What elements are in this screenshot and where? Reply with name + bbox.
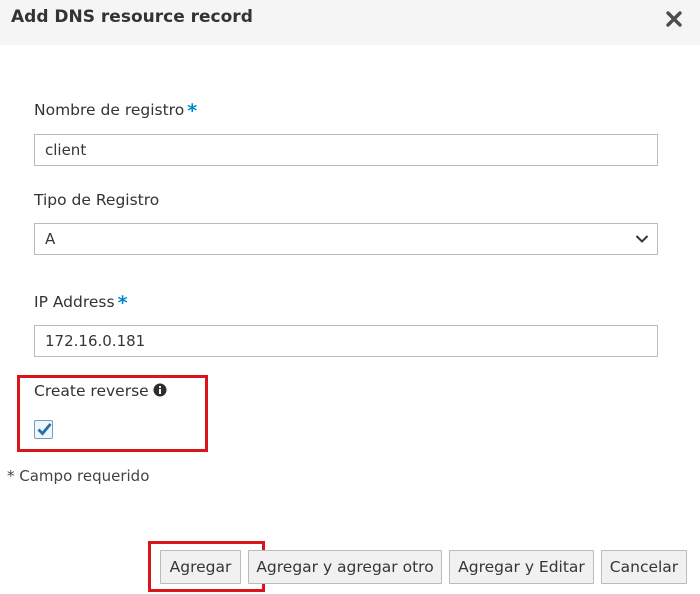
required-marker: * [187, 100, 198, 122]
record-name-label: Nombre de registro * [34, 100, 198, 122]
ip-address-input[interactable]: 172.16.0.181 [34, 325, 658, 357]
record-type-select[interactable]: A [34, 223, 658, 255]
dialog-header: Add DNS resource record [0, 0, 700, 45]
add-and-edit-button[interactable]: Agregar y Editar [449, 550, 594, 584]
record-type-label: Tipo de Registro [34, 191, 160, 209]
record-name-input[interactable]: client [34, 134, 658, 166]
checkmark-icon [37, 423, 52, 436]
create-reverse-label: Create reverse [34, 382, 167, 400]
info-icon[interactable] [153, 383, 167, 397]
add-button[interactable]: Agregar [160, 550, 241, 584]
cancel-button[interactable]: Cancelar [601, 550, 687, 584]
chevron-down-icon [635, 235, 649, 243]
add-and-add-another-button[interactable]: Agregar y agregar otro [248, 550, 442, 584]
close-icon[interactable] [664, 9, 684, 29]
create-reverse-checkbox[interactable] [34, 420, 53, 439]
ip-address-label: IP Address * [34, 292, 128, 314]
required-marker: * [117, 292, 128, 314]
dialog-title: Add DNS resource record [11, 7, 253, 27]
required-field-note: * Campo requerido [7, 467, 150, 485]
